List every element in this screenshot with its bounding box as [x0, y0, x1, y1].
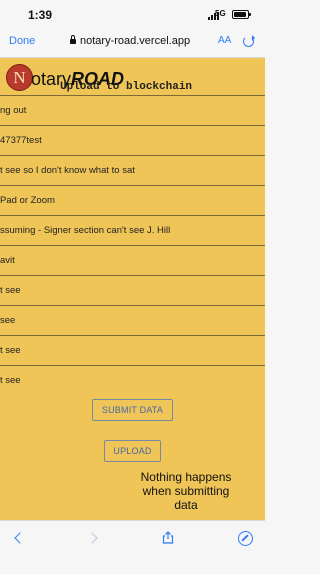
browser-top-bar: Done notary-road.vercel.app AA: [0, 27, 265, 58]
list-item[interactable]: ng out: [0, 95, 265, 125]
list-item[interactable]: ssuming - Signer section can't see J. Hi…: [0, 215, 265, 245]
network-label: 5G: [215, 9, 226, 18]
list-item[interactable]: t see: [0, 275, 265, 305]
annotation-note: Nothing happens when submitting data: [140, 470, 232, 512]
status-bar: 1:39 5G: [0, 0, 265, 27]
forward-icon[interactable]: [86, 532, 98, 544]
logo-icon: N: [6, 64, 33, 91]
url-text: notary-road.vercel.app: [80, 35, 191, 47]
data-list: ng out 47377test t see so I don't know w…: [0, 95, 265, 395]
list-item[interactable]: t see: [0, 335, 265, 365]
text-size-button[interactable]: AA: [218, 35, 231, 46]
browser-bottom-bar: [0, 520, 265, 574]
done-button[interactable]: Done: [9, 35, 35, 47]
address-bar[interactable]: notary-road.vercel.app: [70, 35, 190, 47]
list-item[interactable]: see: [0, 305, 265, 335]
lock-icon: [70, 35, 76, 44]
list-item[interactable]: t see: [0, 365, 265, 395]
submit-data-button[interactable]: SUBMIT DATA: [92, 399, 173, 421]
reload-icon[interactable]: [243, 35, 255, 47]
list-item[interactable]: avit: [0, 245, 265, 275]
list-item[interactable]: Pad or Zoom: [0, 185, 265, 215]
share-icon[interactable]: [162, 531, 174, 544]
list-item[interactable]: t see so I don't know what to sat: [0, 155, 265, 185]
compass-icon[interactable]: [238, 531, 253, 546]
page-title: Upload to blockchain: [60, 81, 193, 93]
list-item[interactable]: 47377test: [0, 125, 265, 155]
upload-button[interactable]: UPLOAD: [104, 440, 161, 462]
back-icon[interactable]: [14, 532, 26, 544]
status-time: 1:39: [28, 8, 53, 22]
battery-icon: [232, 10, 251, 19]
page-content: N otaryROAD Upload to blockchain ng out …: [0, 58, 265, 520]
